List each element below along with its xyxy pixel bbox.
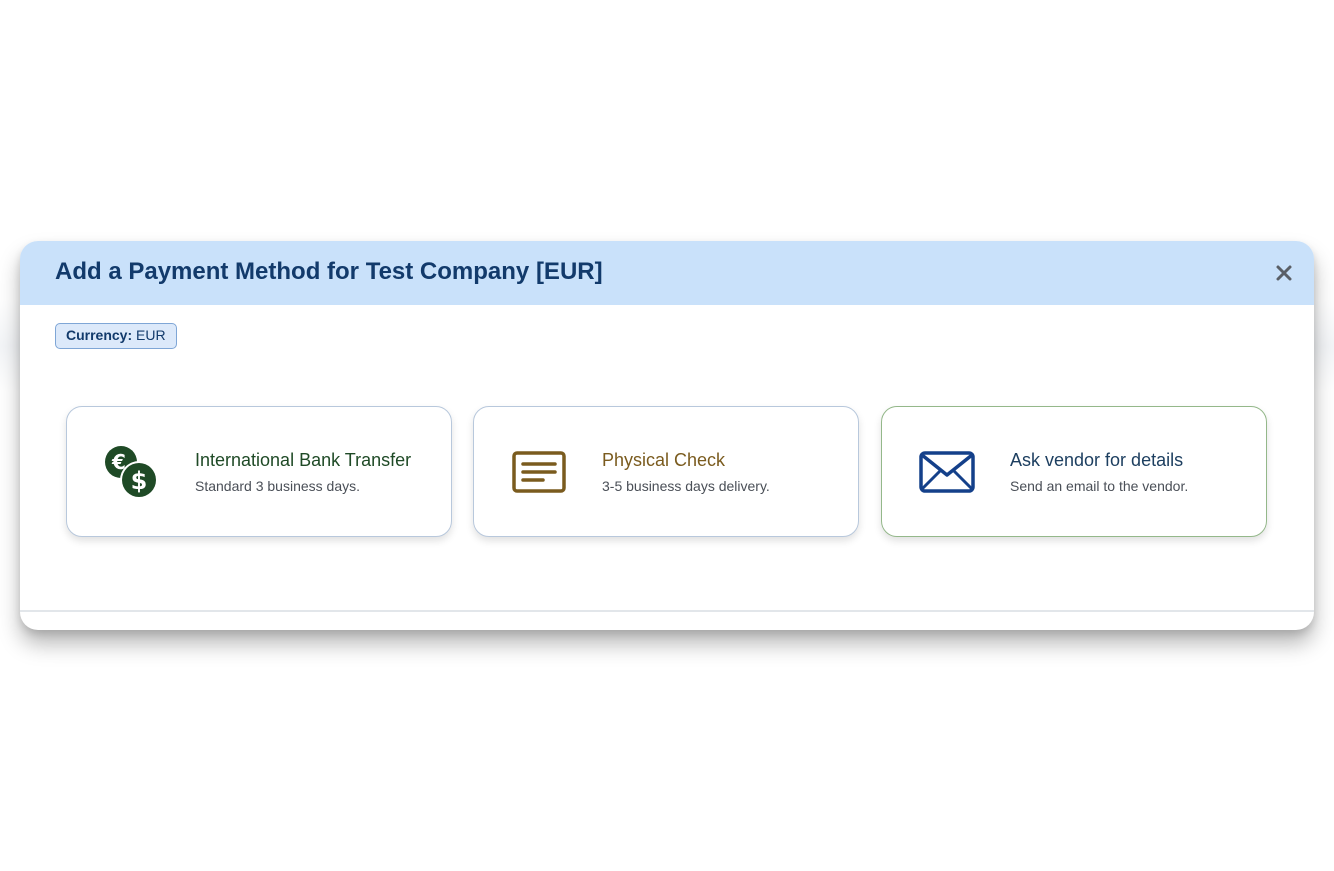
- envelope-icon: [918, 443, 976, 501]
- modal-title: Add a Payment Method for Test Company [E…: [55, 258, 603, 285]
- currency-coins-icon: € $: [103, 443, 161, 501]
- currency-badge: Currency: EUR: [55, 323, 177, 349]
- close-button[interactable]: [1272, 261, 1296, 285]
- payment-method-modal: Add a Payment Method for Test Company [E…: [20, 241, 1314, 630]
- currency-value: EUR: [136, 327, 166, 343]
- modal-header: Add a Payment Method for Test Company [E…: [20, 241, 1314, 305]
- option-title: Ask vendor for details: [1010, 450, 1184, 470]
- option-physical-check[interactable]: Physical Check 3-5 business days deliver…: [473, 406, 859, 537]
- svg-text:$: $: [131, 467, 148, 495]
- option-title: International Bank Transfer: [195, 450, 412, 470]
- check-icon: [510, 443, 568, 501]
- modal-footer-divider: [20, 610, 1314, 612]
- close-icon: [1276, 265, 1292, 281]
- option-description: 3-5 business days delivery.: [602, 478, 770, 494]
- option-ask-vendor[interactable]: Ask vendor for details Send an email to …: [881, 406, 1267, 537]
- option-title: Physical Check: [602, 450, 726, 470]
- option-international-bank-transfer[interactable]: € $ International Bank Transfer Standard…: [66, 406, 452, 537]
- option-description: Standard 3 business days.: [195, 478, 360, 494]
- option-description: Send an email to the vendor.: [1010, 478, 1189, 494]
- currency-label: Currency:: [66, 327, 133, 343]
